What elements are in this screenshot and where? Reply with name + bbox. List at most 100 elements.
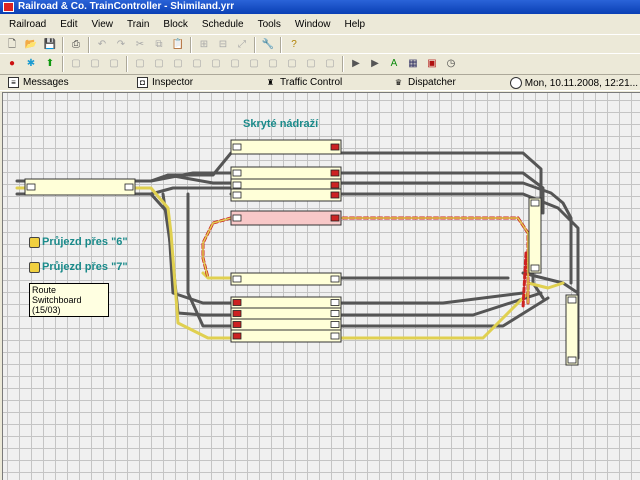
track-block[interactable] [230, 188, 342, 202]
window-title: Railroad & Co. TrainController - Shimila… [18, 1, 235, 12]
signal-icon[interactable] [530, 199, 540, 207]
track-block[interactable] [230, 272, 342, 286]
tb2-icon[interactable]: ▢ [265, 56, 281, 72]
signal-icon[interactable] [232, 191, 242, 199]
menu-edit[interactable]: Edit [54, 19, 85, 30]
tb2-icon[interactable]: ▢ [170, 56, 186, 72]
signal-icon[interactable] [26, 183, 36, 191]
play-icon[interactable]: ▶ [348, 56, 364, 72]
tooltip: Route Switchboard (15/03) [29, 283, 109, 317]
tb2-icon[interactable]: ▢ [284, 56, 300, 72]
track-block[interactable] [24, 178, 136, 196]
align-icon-2[interactable]: ⊟ [215, 37, 231, 53]
tb2-icon[interactable]: ▢ [208, 56, 224, 72]
toolbar-separator [190, 36, 192, 53]
menu-train[interactable]: Train [121, 19, 157, 30]
print-icon[interactable]: ⎙ [68, 37, 84, 53]
dispatcher-tab[interactable]: ♛ Dispatcher [393, 77, 456, 88]
resize-icon[interactable]: ⤢ [234, 37, 250, 53]
cut-icon[interactable]: ✂ [132, 37, 148, 53]
paste-icon[interactable]: 📋 [170, 37, 186, 53]
signal-icon[interactable] [232, 143, 242, 151]
signal-icon[interactable] [330, 299, 340, 306]
signal-icon[interactable] [330, 169, 340, 177]
signal-icon[interactable] [330, 332, 340, 340]
green-a-icon[interactable]: A [386, 56, 402, 72]
signal-icon[interactable] [330, 191, 340, 199]
track-block[interactable] [230, 210, 342, 226]
menu-tools[interactable]: Tools [252, 19, 289, 30]
menu-schedule[interactable]: Schedule [196, 19, 252, 30]
traffic-control-icon: ♜ [266, 78, 275, 87]
clock-icon[interactable]: ◷ [443, 56, 459, 72]
menu-block[interactable]: Block [157, 19, 195, 30]
signal-icon[interactable] [232, 275, 242, 283]
menu-window[interactable]: Window [289, 19, 339, 30]
arrow-up-icon[interactable]: ⬆ [42, 56, 58, 72]
track-block[interactable] [230, 318, 342, 331]
new-file-icon[interactable]: 🗋 [4, 37, 20, 53]
tb2-icon[interactable]: ▢ [322, 56, 338, 72]
locomotive-icon[interactable]: ▣ [424, 56, 440, 72]
track-block[interactable] [528, 197, 542, 274]
tb2-icon[interactable]: ▢ [151, 56, 167, 72]
signal-icon[interactable] [530, 264, 540, 272]
traffic-control-tab[interactable]: ♜ Traffic Control [265, 77, 342, 88]
signal-icon[interactable] [330, 275, 340, 283]
toolbar-separator [280, 36, 282, 53]
inspector-tab[interactable]: ◘ Inspector [137, 77, 193, 88]
signal-icon[interactable] [567, 356, 577, 364]
signal-icon[interactable] [330, 321, 340, 328]
signal-icon[interactable] [232, 299, 242, 306]
menu-help[interactable]: Help [339, 19, 374, 30]
signal-icon[interactable] [232, 321, 242, 328]
signal-icon[interactable] [232, 332, 242, 340]
tb2-icon[interactable]: ▢ [106, 56, 122, 72]
signal-icon[interactable] [232, 310, 242, 317]
track-block[interactable] [565, 294, 579, 366]
messages-label: Messages [23, 77, 69, 88]
graph-icon[interactable]: ▦ [405, 56, 421, 72]
tb2-icon[interactable]: ▢ [189, 56, 205, 72]
tb2-icon[interactable]: ▢ [87, 56, 103, 72]
signal-icon[interactable] [330, 214, 340, 222]
menu-view[interactable]: View [85, 19, 121, 30]
signal-icon[interactable] [330, 181, 340, 189]
track-block[interactable] [230, 166, 342, 180]
track-block[interactable] [230, 296, 342, 309]
menu-railroad[interactable]: Railroad [3, 19, 54, 30]
signal-icon[interactable] [232, 169, 242, 177]
tb2-icon[interactable]: ▢ [246, 56, 262, 72]
help-icon[interactable]: ? [286, 37, 302, 53]
signal-icon[interactable] [567, 296, 577, 304]
route-button-6[interactable]: Průjezd přes "6" [29, 236, 128, 248]
signal-icon[interactable] [232, 181, 242, 189]
copy-icon[interactable]: ⧉ [151, 37, 167, 53]
tb2-icon[interactable]: ▢ [132, 56, 148, 72]
signal-icon[interactable] [330, 310, 340, 317]
switchboard-canvas[interactable]: Skryté nádraží Průjezd přes "6" Průjezd … [2, 92, 640, 480]
redo-icon[interactable]: ↷ [113, 37, 129, 53]
track-block[interactable] [230, 139, 342, 155]
undo-icon[interactable]: ↶ [94, 37, 110, 53]
tb2-icon[interactable]: ▢ [227, 56, 243, 72]
signal-icon[interactable] [330, 143, 340, 151]
track-block[interactable] [230, 329, 342, 343]
tb2-icon[interactable]: ▢ [68, 56, 84, 72]
signal-icon[interactable] [232, 214, 242, 222]
route-button-7[interactable]: Průjezd přes "7" [29, 261, 128, 273]
align-icon[interactable]: ⊞ [196, 37, 212, 53]
stop-icon[interactable]: ● [4, 56, 20, 72]
track-block[interactable] [230, 307, 342, 320]
clock-display[interactable]: Mon, 10.11.2008, 12:21... [509, 77, 638, 89]
wrench-icon[interactable]: 🔧 [260, 37, 276, 53]
main-toolbar: 🗋 📂 💾 ⎙ ↶ ↷ ✂ ⧉ 📋 ⊞ ⊟ ⤢ 🔧? [0, 34, 640, 54]
globe-icon[interactable]: ✱ [23, 56, 39, 72]
layout-title: Skryté nádraží [243, 118, 319, 130]
open-folder-icon[interactable]: 📂 [23, 37, 39, 53]
step-icon[interactable]: ▶ [367, 56, 383, 72]
save-icon[interactable]: 💾 [42, 37, 58, 53]
messages-tab[interactable]: ≡ Messages [8, 77, 69, 88]
signal-icon[interactable] [124, 183, 134, 191]
tb2-icon[interactable]: ▢ [303, 56, 319, 72]
